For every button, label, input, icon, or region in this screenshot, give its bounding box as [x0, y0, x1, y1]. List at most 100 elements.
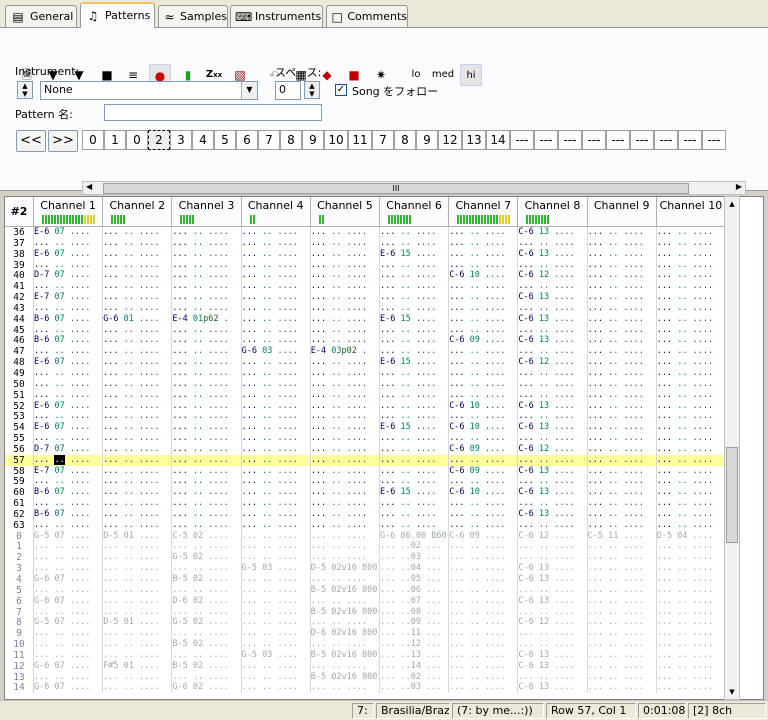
pattern-cell[interactable]: ... .. ....: [102, 248, 171, 260]
pattern-cell[interactable]: ... .. ....: [102, 476, 171, 488]
pattern-cell[interactable]: ... .. ....: [448, 649, 517, 661]
pattern-cell[interactable]: C-6 13 ....: [517, 649, 586, 661]
pattern-cell[interactable]: ... .. ....: [102, 563, 171, 575]
pattern-cell[interactable]: ... .. ....: [586, 476, 656, 488]
pattern-cell[interactable]: ... .. ....: [33, 628, 102, 640]
pattern-cell[interactable]: ... .. ....: [102, 454, 171, 466]
pattern-cell[interactable]: ... .. ....: [309, 552, 379, 564]
next-pattern-button[interactable]: >>: [48, 130, 78, 152]
order-scrollbar-thumb[interactable]: III: [103, 183, 689, 194]
pattern-cell[interactable]: ... .. ....: [655, 563, 725, 575]
pattern-cell[interactable]: ... .. ....: [102, 302, 171, 314]
pattern-cell[interactable]: ... .. ....: [102, 639, 171, 651]
pattern-cell[interactable]: C-6 13 ....: [517, 487, 586, 499]
pattern-cell[interactable]: ... .. ....: [586, 487, 656, 499]
channel-header-5[interactable]: Channel 5: [309, 197, 379, 227]
pattern-cell[interactable]: ... .. ....: [33, 367, 102, 379]
pattern-cell[interactable]: ... .. ....: [33, 346, 102, 358]
pattern-cell[interactable]: ... .. ....: [102, 606, 171, 618]
pattern-cell[interactable]: ... .. ....: [379, 270, 448, 282]
pattern-cell[interactable]: ... .. ....: [448, 324, 517, 336]
pattern-cell[interactable]: ... .. ....: [586, 552, 656, 564]
pattern-cell[interactable]: ... .. ....: [33, 519, 102, 531]
pattern-cell[interactable]: ... .. ....: [309, 454, 379, 466]
pattern-cell[interactable]: ... .. ....: [102, 574, 171, 585]
pattern-cell[interactable]: ... .. ....: [240, 324, 310, 336]
pattern-cell[interactable]: ... .. ....: [379, 498, 448, 510]
pattern-cell[interactable]: ... .. ....: [309, 281, 379, 293]
pattern-cell[interactable]: ... .. ....: [517, 259, 586, 271]
pattern-cell[interactable]: C-6 13 ....: [517, 335, 586, 347]
pattern-cell[interactable]: ... ..11 ...: [379, 628, 448, 640]
order-item[interactable]: 2: [148, 130, 170, 150]
channel-header-7[interactable]: Channel 7: [448, 197, 517, 227]
pattern-cell[interactable]: ... .. ....: [309, 335, 379, 347]
pattern-cell[interactable]: ... .. ....: [517, 639, 586, 651]
pattern-cell[interactable]: ... .. ....: [309, 682, 379, 694]
pattern-cell[interactable]: C-6 13 ....: [517, 248, 586, 260]
pattern-cell[interactable]: D-5 01 ....: [102, 617, 171, 629]
pattern-cell[interactable]: ... .. ....: [655, 237, 725, 249]
pattern-cell[interactable]: G-6 07 ....: [33, 595, 102, 607]
pattern-cell[interactable]: ... .. ....: [309, 660, 379, 672]
pattern-row[interactable]: 2... .. ....... .. .... G-5 02 ....... ..…: [5, 552, 725, 564]
pattern-cell[interactable]: ... .. ....: [240, 639, 310, 651]
pattern-cell[interactable]: ... .. ....: [171, 454, 240, 466]
pattern-cell[interactable]: ... .. ....: [655, 227, 725, 238]
pattern-cell[interactable]: ... .. ....: [655, 465, 725, 477]
order-item[interactable]: 5: [214, 130, 236, 150]
pattern-cell[interactable]: ... .. ....: [586, 671, 656, 683]
pattern-cell[interactable]: ... .. ....: [33, 606, 102, 618]
pattern-cell[interactable]: G-5 03 ....: [240, 649, 310, 661]
pattern-cell[interactable]: ... .. ....: [379, 443, 448, 455]
pattern-cell[interactable]: ... .. ....: [517, 411, 586, 423]
order-item[interactable]: 1: [104, 130, 126, 150]
pattern-cell[interactable]: ... .. ....: [33, 302, 102, 314]
pattern-cell[interactable]: ... .. ....: [309, 313, 379, 325]
pattern-cell[interactable]: ... .. ....: [517, 552, 586, 564]
pattern-cell[interactable]: ... .. ....: [517, 433, 586, 445]
pattern-cell[interactable]: ... .. ....: [102, 411, 171, 423]
pattern-cell[interactable]: E-6 15 ....: [379, 357, 448, 369]
pattern-cell[interactable]: D-6 02v16 800: [309, 628, 379, 640]
pattern-cell[interactable]: ... .. ....: [448, 682, 517, 694]
pattern-cell[interactable]: ... .. ....: [586, 357, 656, 369]
pattern-cell[interactable]: ... .. ....: [448, 454, 517, 466]
pattern-cell[interactable]: ... .. ....: [379, 302, 448, 314]
pattern-row[interactable]: 56 D-7 07 ....... .. ....... .. ....... .…: [5, 443, 725, 455]
pattern-cell[interactable]: ... .. ....: [379, 259, 448, 271]
scroll-right-icon[interactable]: ▶: [736, 182, 742, 191]
pattern-cell[interactable]: ... .. ....: [448, 259, 517, 271]
pattern-cell[interactable]: ... .. ....: [240, 433, 310, 445]
channel-header-6[interactable]: Channel 6: [379, 197, 448, 227]
pattern-cell[interactable]: ... .. ....: [171, 302, 240, 314]
pattern-cell[interactable]: D-7 07 ....: [33, 443, 102, 455]
pattern-cell[interactable]: ... .. ....: [240, 682, 310, 694]
pattern-cell[interactable]: ... .. ....: [517, 519, 586, 531]
pattern-cell[interactable]: ... .. ....: [240, 530, 310, 542]
order-item[interactable]: ---: [606, 130, 630, 150]
pattern-cell[interactable]: ... .. ....: [240, 237, 310, 249]
pattern-cell[interactable]: ... .. ....: [517, 302, 586, 314]
pattern-cell[interactable]: ... .. ....: [448, 628, 517, 640]
pattern-cell[interactable]: ... .. ....: [240, 508, 310, 520]
pattern-cell[interactable]: C-6 09 ....: [448, 530, 517, 542]
pattern-cell[interactable]: G-5 03 ....: [240, 563, 310, 575]
pattern-cell[interactable]: ... .. ....: [309, 227, 379, 238]
pattern-cell[interactable]: ... .. ....: [517, 389, 586, 401]
pattern-cell[interactable]: ... .. ....: [33, 639, 102, 651]
channel-header-1[interactable]: Channel 1: [33, 197, 102, 227]
pattern-cell[interactable]: ... .. ....: [586, 519, 656, 531]
pattern-cell[interactable]: E-6 07 ....: [33, 400, 102, 412]
order-item[interactable]: ---: [510, 130, 534, 150]
pattern-cell[interactable]: ... .. ....: [240, 248, 310, 260]
pattern-cell[interactable]: ... .. ....: [309, 324, 379, 336]
order-item[interactable]: 10: [324, 130, 348, 150]
pattern-cell[interactable]: B-6 07 ....: [33, 487, 102, 499]
pattern-cell[interactable]: ... .. ....: [448, 357, 517, 369]
pattern-cell[interactable]: B-5 02 ....: [171, 639, 240, 651]
order-item[interactable]: ---: [702, 130, 726, 150]
pattern-cell[interactable]: ... .. ....: [586, 443, 656, 455]
pattern-cell[interactable]: ... .. ....: [240, 422, 310, 434]
pattern-cell[interactable]: ... .. ....: [586, 270, 656, 282]
